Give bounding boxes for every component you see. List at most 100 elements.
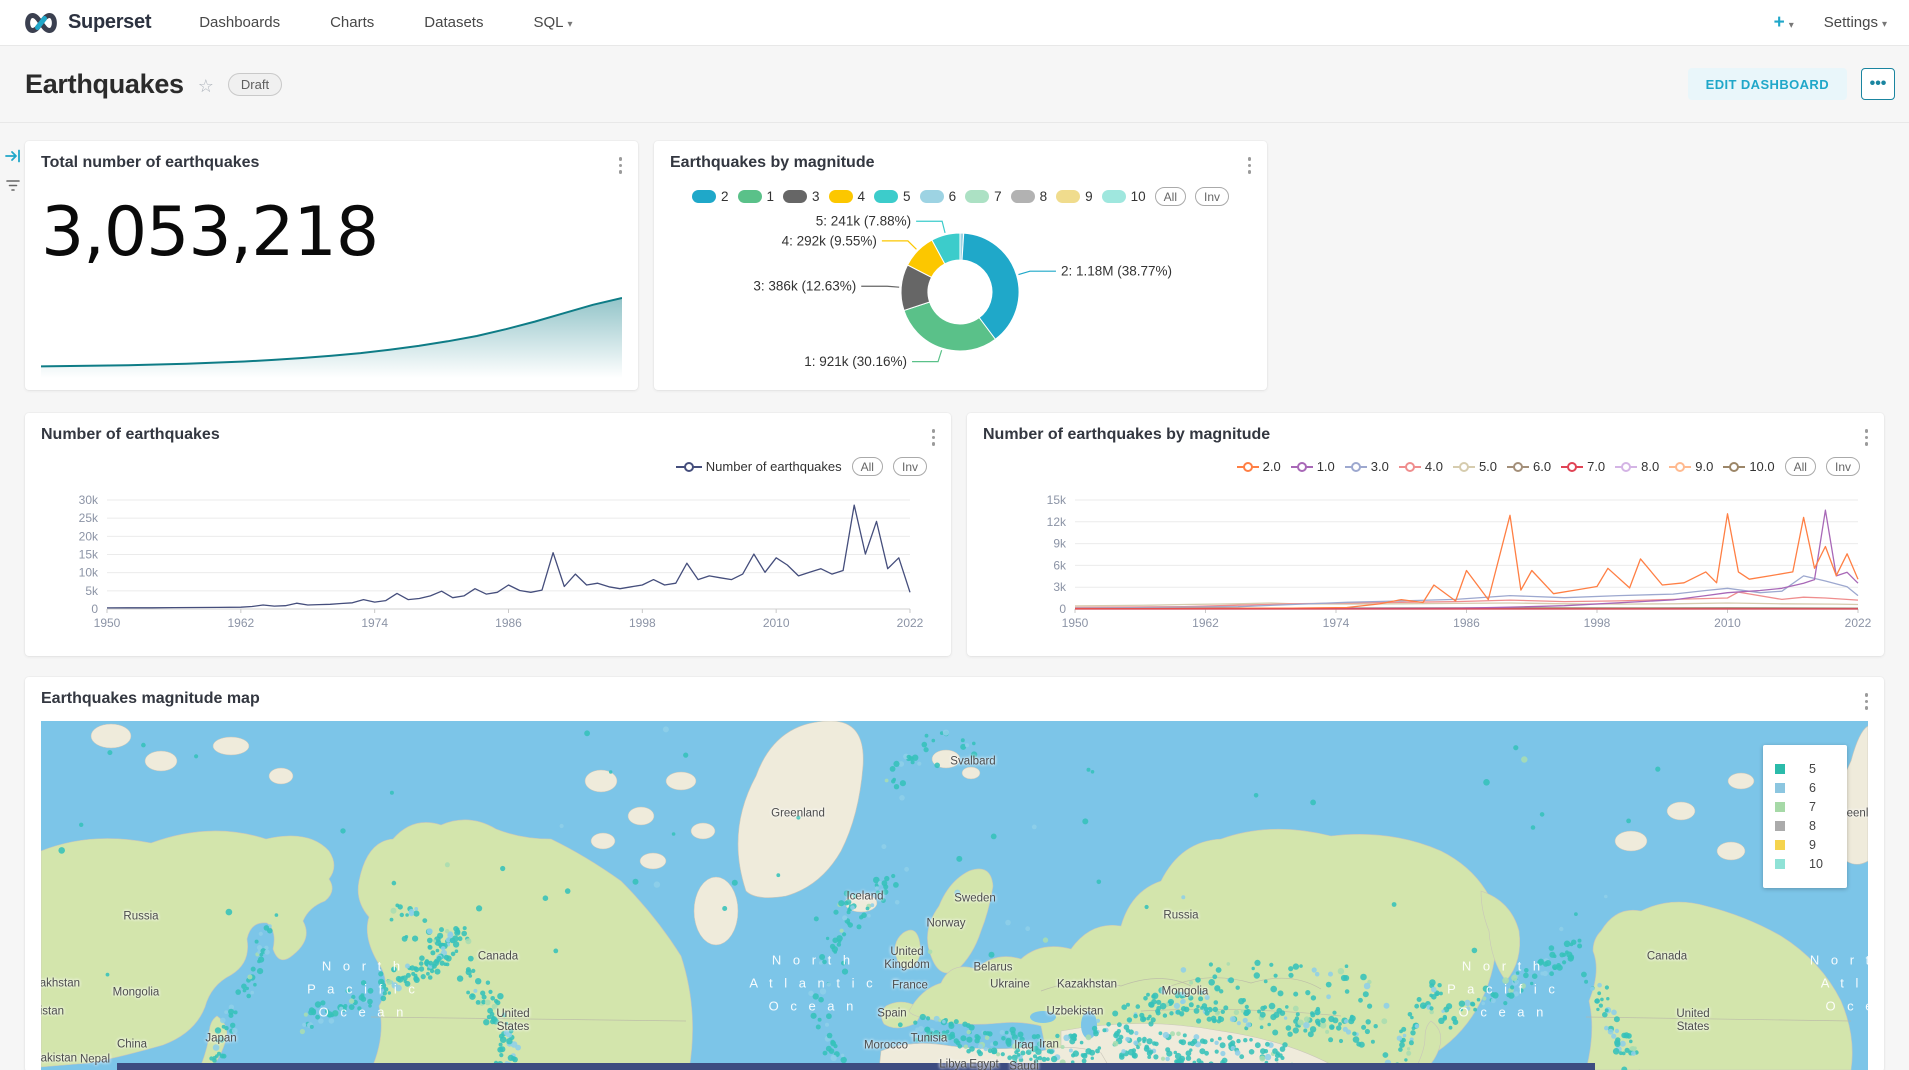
edit-dashboard-button[interactable]: EDIT DASHBOARD xyxy=(1688,68,1847,100)
map-ocean-label: N o r t h P a c i f i c O c e a n xyxy=(307,955,419,1024)
line-series-marker-icon xyxy=(676,461,702,473)
map-country-label: Ukraine xyxy=(990,979,1030,992)
chart-title: Number of earthquakes by magnitude xyxy=(983,426,1270,444)
legend-label: 8 xyxy=(1809,819,1816,833)
chart-menu-kebab-icon[interactable] xyxy=(930,427,938,448)
nav-item-sql[interactable]: SQL▾ xyxy=(533,14,572,31)
donut-legend-item-1[interactable]: 1 xyxy=(738,189,775,204)
map-country-label: Saudi xyxy=(1009,1061,1038,1070)
more-options-button[interactable]: ••• xyxy=(1861,68,1895,100)
settings-menu[interactable]: Settings▾ xyxy=(1824,14,1887,31)
legend-chip-icon xyxy=(965,190,989,203)
svg-text:1986: 1986 xyxy=(1453,616,1480,630)
map-country-label: Japan xyxy=(205,1033,236,1046)
map-country-label: Svalbard xyxy=(950,756,995,769)
chart-menu-kebab-icon[interactable] xyxy=(1863,691,1871,712)
donut-legend-item-2[interactable]: 2 xyxy=(692,189,729,204)
map-country-label: Egypt xyxy=(969,1059,998,1070)
nav-item-charts[interactable]: Charts xyxy=(330,14,374,31)
legend-all-button[interactable]: All xyxy=(852,457,883,476)
map-country-label: Sweden xyxy=(954,893,996,906)
legend-item-mag-6.0[interactable]: 6.0 xyxy=(1507,459,1551,474)
superset-logo[interactable]: Superset xyxy=(22,11,151,35)
chart-menu-kebab-icon[interactable] xyxy=(617,155,625,176)
line-series-marker-icon xyxy=(1345,461,1367,473)
legend-item-mag-4.0[interactable]: 4.0 xyxy=(1399,459,1443,474)
nav-item-datasets[interactable]: Datasets xyxy=(424,14,483,31)
line-series-marker-icon xyxy=(1291,461,1313,473)
legend-inv-button[interactable]: Inv xyxy=(1195,187,1229,206)
map-ocean-label: N o r t h P a c i f i c O c e a n xyxy=(1447,955,1559,1024)
line-chart-by-magnitude[interactable]: 03k6k9k12k15k195019621974198619982010202… xyxy=(967,481,1884,646)
map-legend-item-7[interactable]: 7 xyxy=(1775,800,1835,814)
svg-text:1962: 1962 xyxy=(227,616,254,630)
donut-legend-item-3[interactable]: 3 xyxy=(783,189,820,204)
legend-label: 8.0 xyxy=(1641,459,1659,474)
map-legend-item-8[interactable]: 8 xyxy=(1775,819,1835,833)
legend-label: 4 xyxy=(858,189,866,204)
chart-menu-kebab-icon[interactable] xyxy=(1863,427,1871,448)
legend-all-button[interactable]: All xyxy=(1155,187,1186,206)
map-country-label: Norway xyxy=(927,918,966,931)
map-legend-item-10[interactable]: 10 xyxy=(1775,857,1835,871)
line2-legend: 2.0 1.0 3.0 4.0 5.0 6.0 7.0 8.0 9.0 10.0 All Inv xyxy=(1237,457,1860,476)
donut-slice-1[interactable] xyxy=(904,302,995,351)
series-line-1.0 xyxy=(1075,510,1858,609)
svg-text:1962: 1962 xyxy=(1192,616,1219,630)
legend-item-mag-7.0[interactable]: 7.0 xyxy=(1561,459,1605,474)
chart-menu-kebab-icon[interactable] xyxy=(1246,155,1254,176)
svg-text:5k: 5k xyxy=(85,584,99,598)
donut-legend-item-10[interactable]: 10 xyxy=(1102,189,1146,204)
donut-callout-label: 2: 1.18M (38.77%) xyxy=(1061,264,1172,279)
chevron-down-icon: ▾ xyxy=(1789,20,1794,31)
legend-chip-icon xyxy=(1011,190,1035,203)
map-legend-item-9[interactable]: 9 xyxy=(1775,838,1835,852)
legend-item-number-of-earthquakes[interactable]: Number of earthquakes xyxy=(676,459,842,474)
legend-label: 5 xyxy=(903,189,911,204)
legend-item-mag-8.0[interactable]: 8.0 xyxy=(1615,459,1659,474)
legend-item-mag-3.0[interactable]: 3.0 xyxy=(1345,459,1389,474)
legend-swatch-icon xyxy=(1775,859,1785,869)
filter-icon[interactable] xyxy=(4,176,22,194)
map-country-label: Uzbekistan xyxy=(1047,1006,1104,1019)
line-chart-number-of-earthquakes[interactable]: 05k10k15k20k25k30k1950196219741986199820… xyxy=(25,481,951,646)
map-country-label: Russia xyxy=(123,911,158,924)
donut-legend-item-8[interactable]: 8 xyxy=(1011,189,1048,204)
donut-legend-item-9[interactable]: 9 xyxy=(1056,189,1093,204)
expand-filter-bar-icon[interactable] xyxy=(4,147,22,165)
donut-legend-item-5[interactable]: 5 xyxy=(874,189,911,204)
favorite-star-icon[interactable]: ☆ xyxy=(198,76,214,97)
legend-item-mag-5.0[interactable]: 5.0 xyxy=(1453,459,1497,474)
donut-legend-item-6[interactable]: 6 xyxy=(920,189,957,204)
map-legend-item-6[interactable]: 6 xyxy=(1775,781,1835,795)
svg-text:2022: 2022 xyxy=(1845,616,1872,630)
nav-item-dashboards[interactable]: Dashboards xyxy=(199,14,280,31)
legend-item-mag-1.0[interactable]: 1.0 xyxy=(1291,459,1335,474)
legend-item-mag-10.0[interactable]: 10.0 xyxy=(1723,459,1774,474)
legend-inv-button[interactable]: Inv xyxy=(1826,457,1860,476)
map-country-label: kistan xyxy=(41,1006,64,1019)
svg-text:15k: 15k xyxy=(1047,493,1067,507)
svg-text:2022: 2022 xyxy=(897,616,924,630)
svg-text:1998: 1998 xyxy=(1584,616,1611,630)
donut-legend-item-7[interactable]: 7 xyxy=(965,189,1002,204)
donut-legend-item-4[interactable]: 4 xyxy=(829,189,866,204)
line-series-marker-icon xyxy=(1561,461,1583,473)
map-legend: 5 6 7 8 9 10 xyxy=(1763,745,1847,888)
legend-chip-icon xyxy=(738,190,762,203)
series-line-2.0 xyxy=(1075,514,1858,609)
legend-item-mag-2.0[interactable]: 2.0 xyxy=(1237,459,1281,474)
map-legend-item-5[interactable]: 5 xyxy=(1775,762,1835,776)
legend-swatch-icon xyxy=(1775,802,1785,812)
legend-all-button[interactable]: All xyxy=(1785,457,1816,476)
chevron-down-icon: ▾ xyxy=(567,19,572,30)
world-map[interactable]: RussiaMongoliaChinaJapanzakhstankistanPa… xyxy=(41,721,1868,1070)
header-actions: EDIT DASHBOARD ••• xyxy=(1688,68,1895,100)
svg-text:25k: 25k xyxy=(79,511,99,525)
new-item-button[interactable]: +▾ xyxy=(1774,12,1794,34)
donut-chart[interactable]: 2: 1.18M (38.77%)1: 921k (30.16%)3: 386k… xyxy=(654,205,1267,385)
map-country-label: Mongolia xyxy=(113,987,160,1000)
legend-inv-button[interactable]: Inv xyxy=(893,457,927,476)
svg-text:0: 0 xyxy=(1059,602,1066,616)
legend-item-mag-9.0[interactable]: 9.0 xyxy=(1669,459,1713,474)
